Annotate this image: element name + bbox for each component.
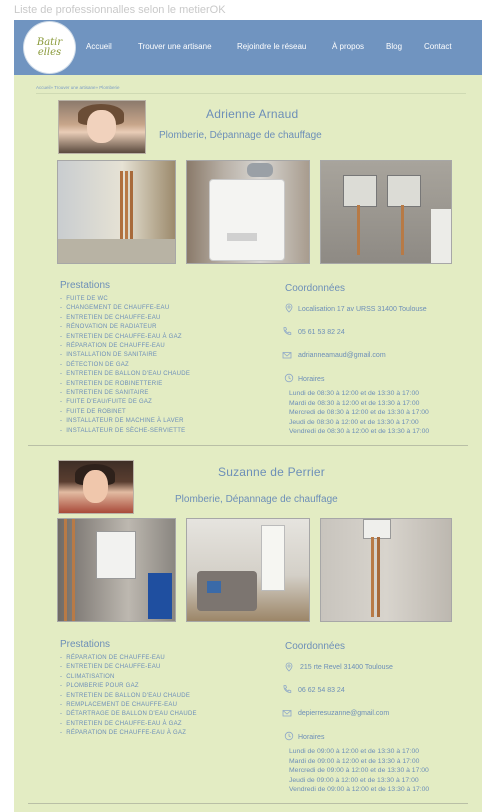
nav-rejoindre-reseau[interactable]: Rejoindre le réseau [237, 42, 306, 51]
hours-list: Lundi de 08:30 à 12:00 et de 13:30 à 17:… [289, 389, 429, 437]
logo-text: Batir elles [36, 36, 63, 58]
hours-line: Mercredi de 09:00 à 12:00 et de 13:30 à … [289, 767, 429, 774]
phone[interactable]: 06 62 54 83 24 [298, 687, 345, 694]
navbar: Batir elles Accueil Trouver une artisane… [14, 20, 482, 75]
prestations-title: Prestations [60, 280, 111, 291]
hours-line: Lundi de 09:00 à 12:00 et de 13:30 à 17:… [289, 748, 420, 755]
profile-job: Plomberie, Dépannage de chauffage [175, 494, 338, 505]
prestation-item: Fuite de WC [60, 295, 190, 304]
prestation-item: Réparation de chauffe-eau [60, 654, 197, 663]
site-logo[interactable]: Batir elles [24, 22, 75, 73]
work-photo [57, 518, 176, 622]
hours-line: Mardi de 08:30 à 12:00 et de 13:30 à 17:… [289, 399, 420, 407]
prestation-item: Entretien de chauffe-eau [60, 314, 190, 323]
prestation-item: Réparation de chauffe-eau [60, 342, 190, 351]
coordonnees-title: Coordonnées [285, 283, 346, 294]
prestation-item: Fuite d'eau/Fuite de gaz [60, 398, 190, 407]
prestation-item: Plomberie pour gaz [60, 682, 197, 691]
prestation-item: Détection de gaz [60, 361, 190, 370]
prestation-item: Entretien de chauffe-eau à gaz [60, 333, 190, 342]
work-photo [57, 160, 176, 264]
prestation-item: Entretien de chauffe-eau [60, 663, 197, 672]
prestation-item: Installation de sanitaire [60, 351, 190, 360]
phone[interactable]: 05 61 53 82 24 [298, 329, 345, 336]
email-icon [282, 352, 292, 359]
address: Localisation 17 av URSS 31400 Toulouse [298, 306, 427, 313]
hours-line: Vendredi de 09:00 à 12:00 et de 13:30 à … [289, 786, 430, 793]
nav-a-propos[interactable]: À propos [332, 42, 364, 51]
hours-line: Jeudi de 08:30 à 12:00 et de 13:30 à 17:… [289, 418, 419, 426]
page-label: Liste de professionnalles selon le metie… [14, 4, 226, 16]
divider [36, 93, 466, 94]
work-photo [320, 160, 452, 264]
prestation-item: Entretien de sanitaire [60, 389, 190, 398]
clock-icon [284, 373, 294, 383]
divider [28, 803, 468, 804]
nav-trouver-artisane[interactable]: Trouver une artisane [138, 42, 212, 51]
prestation-item: Changement de chauffe-eau [60, 304, 190, 313]
divider [28, 445, 468, 446]
site-frame: Batir elles Accueil Trouver une artisane… [14, 20, 482, 812]
prestation-item: Entretien de robinetterie [60, 380, 190, 389]
avatar [58, 460, 134, 514]
profile-name[interactable]: Adrienne Arnaud [206, 107, 298, 121]
hours-line: Mardi de 09:00 à 12:00 et de 13:30 à 17:… [289, 757, 420, 765]
coordonnees-title: Coordonnées [285, 641, 346, 652]
phone-icon [283, 327, 292, 335]
hours-line: Lundi de 08:30 à 12:00 et de 13:30 à 17:… [289, 390, 420, 397]
nav-accueil[interactable]: Accueil [86, 42, 112, 51]
prestation-item: Fuite de robinet [60, 408, 190, 417]
email[interactable]: depierresuzanne@gmail.com [298, 710, 389, 717]
email-icon [282, 710, 292, 717]
location-pin-icon [285, 662, 293, 672]
breadcrumb[interactable]: Accueil» Trouver une artisane» Plomberie [36, 85, 120, 90]
prestation-item: Installateur de machine à laver [60, 417, 190, 426]
prestations-list: Fuite de WCChangement de chauffe-eauEntr… [60, 295, 190, 436]
prestation-item: Entretien de ballon d'eau chaude [60, 370, 190, 379]
work-photo [186, 160, 310, 264]
hours-list: Lundi de 09:00 à 12:00 et de 13:30 à 17:… [289, 747, 429, 795]
profile-job: Plomberie, Dépannage de chauffage [159, 130, 322, 141]
hours-line: Jeudi de 09:00 à 12:00 et de 13:30 à 17:… [289, 776, 419, 784]
prestation-item: Climatisation [60, 673, 197, 682]
prestation-item: Réparation de chauffe-eau à gaz [60, 729, 197, 738]
email[interactable]: adrianneamaud@gmail.com [298, 352, 386, 359]
hours-line: Mercredi de 08:30 à 12:00 et de 13:30 à … [289, 409, 429, 416]
prestation-item: Installateur de sèche-serviette [60, 427, 190, 436]
address: 215 rte Revel 31400 Toulouse [300, 664, 393, 671]
profile-name[interactable]: Suzanne de Perrier [218, 465, 325, 479]
nav-blog[interactable]: Blog [386, 42, 402, 51]
hours-line: Vendredi de 08:30 à 12:00 et de 13:30 à … [289, 428, 430, 435]
work-photo [186, 518, 310, 622]
work-photo [320, 518, 452, 622]
prestation-item: Entretien de ballon d'eau chaude [60, 692, 197, 701]
prestation-item: Rénovation de radiateur [60, 323, 190, 332]
location-pin-icon [285, 303, 293, 313]
hours-title: Horaires [298, 376, 325, 383]
avatar [58, 100, 146, 154]
prestation-item: Détartrage de ballon d'eau chaude [60, 710, 197, 719]
prestation-item: Entretien de chauffe-eau à gaz [60, 720, 197, 729]
clock-icon [284, 731, 294, 741]
nav-contact[interactable]: Contact [424, 42, 452, 51]
hours-title: Horaires [298, 734, 325, 741]
prestations-list: Réparation de chauffe-eauEntretien de ch… [60, 654, 197, 739]
prestation-item: Remplacement de chauffe-eau [60, 701, 197, 710]
phone-icon [283, 685, 292, 693]
prestations-title: Prestations [60, 639, 111, 650]
